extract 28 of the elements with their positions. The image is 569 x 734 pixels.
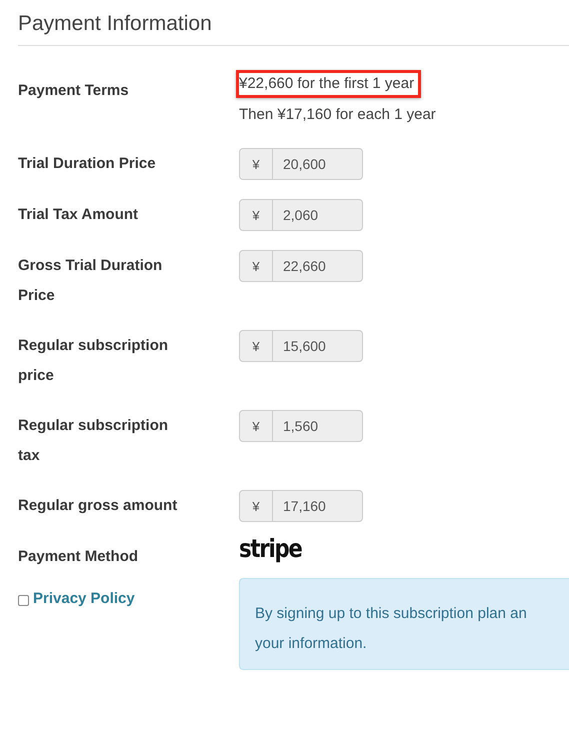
amount-field[interactable]: 22,660 xyxy=(273,250,363,282)
currency-prefix: ¥ xyxy=(239,330,273,362)
field-label: Gross Trial Duration Price xyxy=(18,256,164,306)
field-label: Trial Duration Price xyxy=(18,154,157,174)
privacy-policy-link[interactable]: Privacy Policy xyxy=(33,584,135,614)
field-label: Regular subscription tax xyxy=(18,416,170,466)
section-title: Payment Information xyxy=(18,12,569,46)
amount-field[interactable]: 20,600 xyxy=(273,148,363,180)
currency-prefix: ¥ xyxy=(239,199,273,231)
field-label: Regular subscription price xyxy=(18,336,170,386)
currency-prefix: ¥ xyxy=(239,490,273,522)
amount-field[interactable]: 15,600 xyxy=(273,330,363,362)
field-label: Payment Method xyxy=(18,547,140,567)
payment-terms-text: ¥22,660 for the first 1 year xyxy=(236,70,422,98)
amount-field[interactable]: 17,160 xyxy=(273,490,363,522)
currency-prefix: ¥ xyxy=(239,250,273,282)
notice-text: your information. xyxy=(255,634,367,654)
amount-field[interactable]: 1,560 xyxy=(273,410,363,442)
currency-prefix: ¥ xyxy=(239,410,273,442)
notice-text: By signing up to this subscription plan an xyxy=(255,604,527,624)
payment-terms-text: Then ¥17,160 for each 1 year xyxy=(238,105,437,125)
privacy-checkbox[interactable] xyxy=(18,594,29,606)
amount-field[interactable]: 2,060 xyxy=(273,199,363,231)
currency-prefix: ¥ xyxy=(239,148,273,180)
field-label: Regular gross amount xyxy=(18,496,178,516)
field-label: Trial Tax Amount xyxy=(18,205,140,225)
field-label: Payment Terms xyxy=(18,81,130,101)
stripe-logo: stripe xyxy=(239,534,302,564)
